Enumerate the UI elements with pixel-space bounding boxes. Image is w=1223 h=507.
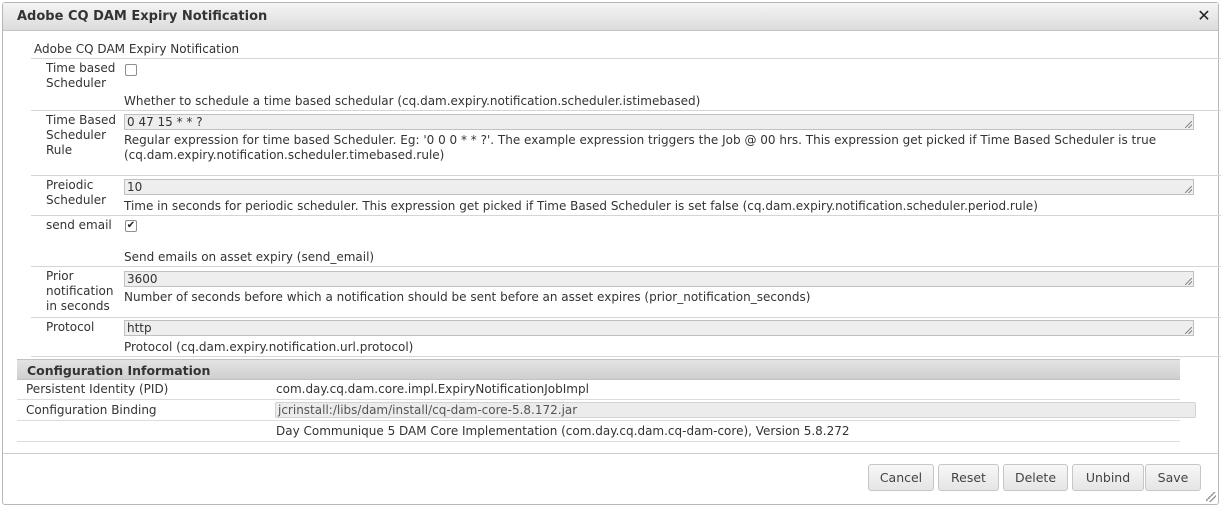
dialog-titlebar[interactable]: Adobe CQ DAM Expiry Notification ✕ [3, 3, 1218, 31]
field-label: Preiodic Scheduler [46, 178, 107, 207]
cancel-button[interactable]: Cancel [868, 464, 934, 491]
config-row-bundle: Day Communique 5 DAM Core Implementation… [17, 421, 1180, 442]
field-row-time-based-scheduler: Time based Scheduler Whether to schedule… [31, 58, 1221, 111]
config-key: Persistent Identity (PID) [26, 382, 169, 396]
configuration-information-heading: Configuration Information [17, 359, 1180, 380]
field-row-periodic-scheduler: Preiodic Scheduler 10 Time in seconds fo… [31, 176, 1221, 216]
field-description: Whether to schedule a time based schedul… [124, 94, 701, 108]
field-label: Prior notification in seconds [46, 269, 114, 313]
field-row-send-email: send email ✔ Send emails on asset expiry… [31, 216, 1221, 267]
section-heading: Adobe CQ DAM Expiry Notification [34, 42, 240, 56]
footer-divider [3, 453, 1218, 454]
field-description: Number of seconds before which a notific… [124, 290, 811, 304]
field-row-time-based-scheduler-rule: Time Based Scheduler Rule 0 47 15 * * ? … [31, 111, 1221, 176]
protocol-input[interactable]: http [124, 320, 1194, 336]
reset-button[interactable]: Reset [938, 464, 999, 491]
delete-button[interactable]: Delete [1003, 464, 1068, 491]
send-email-checkbox[interactable]: ✔ [125, 220, 137, 232]
unbind-button[interactable]: Unbind [1072, 464, 1144, 491]
field-row-prior-notification: Prior notification in seconds 3600 Numbe… [31, 267, 1221, 318]
periodic-scheduler-input[interactable]: 10 [124, 179, 1194, 195]
time-based-scheduler-rule-input[interactable]: 0 47 15 * * ? [124, 114, 1194, 130]
field-description: Send emails on asset expiry (send_email) [124, 250, 375, 264]
config-key: Configuration Binding [26, 403, 157, 417]
field-label: Time based Scheduler [46, 61, 116, 90]
save-button[interactable]: Save [1145, 464, 1201, 491]
field-description: Time in seconds for periodic scheduler. … [124, 199, 1038, 213]
time-based-scheduler-checkbox[interactable] [125, 64, 137, 76]
configuration-binding-field: jcrinstall:/libs/dam/install/cq-dam-core… [275, 402, 1196, 418]
field-description: Protocol (cq.dam.expiry.notification.url… [124, 340, 414, 354]
close-icon[interactable]: ✕ [1197, 8, 1211, 24]
field-label: send email [46, 218, 112, 232]
config-row-pid: Persistent Identity (PID) com.day.cq.dam… [17, 379, 1180, 400]
field-label: Protocol [46, 320, 95, 334]
config-dialog: Adobe CQ DAM Expiry Notification ✕ Adobe… [2, 2, 1221, 505]
field-row-protocol: Protocol http Protocol (cq.dam.expiry.no… [31, 318, 1221, 357]
config-value: com.day.cq.dam.core.impl.ExpiryNotificat… [276, 382, 589, 396]
prior-notification-input[interactable]: 3600 [124, 271, 1194, 287]
config-row-binding: Configuration Binding jcrinstall:/libs/d… [17, 400, 1196, 421]
field-label: Time Based Scheduler Rule [46, 113, 117, 157]
field-description: Regular expression for time based Schedu… [124, 133, 1157, 162]
config-value: Day Communique 5 DAM Core Implementation… [276, 424, 850, 438]
resize-grip-icon[interactable] [1206, 492, 1216, 502]
dialog-title: Adobe CQ DAM Expiry Notification [17, 9, 268, 24]
